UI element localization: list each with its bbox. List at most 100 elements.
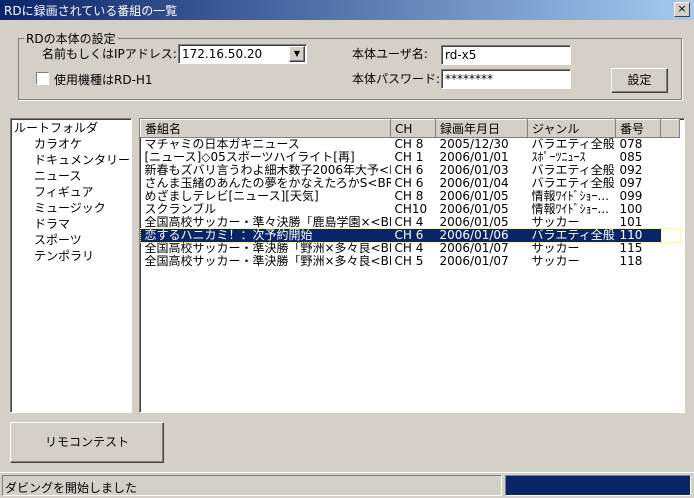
table-cell: バラエティ全般 (531, 137, 615, 151)
table-cell: 2006/01/03 (439, 164, 509, 177)
table-cell: 新春もズバリ言うわよ細木数子2006年大予<B... (144, 164, 391, 177)
password-input[interactable]: ******** (441, 69, 571, 89)
table-cell: バラエティ全般 (531, 177, 615, 190)
table-cell: CH 4 (394, 242, 424, 255)
table-cell: 118 (619, 255, 643, 268)
table-row[interactable]: 恋するハニカミ！：次予約開始 CH 6 2006/01/06 バラエティ全般 110 (140, 228, 681, 243)
tree-item[interactable]: スポーツ (14, 232, 128, 248)
program-list[interactable]: 番組名 CH 録画年月日 ジャンル 番号 マチャミの日本ガキニュース CH 8 20… (139, 118, 685, 413)
table-row[interactable]: マチャミの日本ガキニュース CH 8 2005/12/30 バラエティ全般 078 (141, 138, 680, 152)
table-cell-empty (661, 151, 680, 164)
table-cell: 2006/01/05 (439, 190, 509, 203)
folder-tree[interactable]: ルートフォルダ カラオケ ドキュメンタリー ニュース フィギュア ミュージック … (10, 118, 132, 413)
table-cell: 097 (619, 177, 643, 190)
table-cell: CH 1 (394, 151, 424, 164)
table-row[interactable]: 全国高校サッカー・準決勝「野洲×多々良<BR... CH 5 2006/01/07 サ… (141, 255, 680, 268)
table-cell-empty (661, 138, 680, 152)
user-input[interactable]: rd-x5 (441, 45, 571, 65)
remote-test-button[interactable]: リモコンテスト (10, 422, 164, 463)
table-row[interactable]: めざましテレビ[ニュース][天気] CH 8 2006/01/05 情報ﾜｲﾄﾞｼｮｰ… (141, 190, 680, 203)
table-cell: 092 (619, 164, 643, 177)
column-header-title[interactable]: 番組名 (140, 119, 391, 138)
table-cell: 恋するハニカミ！：次予約開始 (140, 229, 391, 242)
table-cell: 078 (619, 137, 643, 151)
table-cell: CH 6 (390, 229, 436, 242)
password-label: 本体パスワード: (352, 72, 441, 86)
table-cell: 全国高校サッカー・準決勝「野洲×多々良<BR... (144, 255, 391, 268)
column-header-date[interactable]: 録画年月日 (435, 119, 528, 138)
table-cell-empty (661, 216, 680, 229)
table-row[interactable]: 全国高校サッカー・準決勝「野洲×多々良<BR... CH 4 2006/01/07 サ… (141, 242, 680, 255)
table-cell-empty (661, 229, 680, 242)
tree-item[interactable]: ドキュメンタリー (14, 152, 130, 168)
table-cell: めざましテレビ[ニュース][天気] (144, 190, 319, 203)
table-cell: CH 8 (394, 137, 424, 151)
address-combobox[interactable]: 172.16.50.20 ▼ (178, 44, 307, 64)
table-cell: 085 (619, 151, 643, 164)
tree-item[interactable]: カラオケ (14, 136, 128, 152)
chevron-down-icon[interactable]: ▼ (289, 46, 305, 62)
model-checkbox-label: 使用機種はRD-H1 (54, 73, 153, 87)
column-header-number[interactable]: 番号 (615, 119, 661, 138)
table-cell-empty (661, 190, 680, 203)
column-header-ch[interactable]: CH (390, 119, 436, 138)
table-cell-empty (661, 242, 680, 255)
table-cell: CH 6 (394, 164, 424, 177)
table-row[interactable]: 新春もズバリ言うわよ細木数子2006年大予<B... CH 6 2006/01/03… (141, 164, 680, 177)
table-cell: 2005/12/30 (439, 137, 509, 151)
tree-item[interactable]: ニュース (14, 168, 128, 184)
table-cell: スクランブル (144, 203, 217, 216)
table-cell: [ニュース]◇05スポーツハイライト[再] (144, 151, 355, 164)
table-cell: 情報ﾜｲﾄﾞｼｮｰ... (531, 203, 609, 216)
table-cell: 2006/01/04 (439, 177, 509, 190)
table-cell: バラエティ全般 (531, 164, 615, 177)
window-title: RDに録画されている番組の一覧 (4, 4, 178, 18)
table-cell: 2006/01/05 (439, 203, 509, 216)
table-cell-empty (661, 255, 680, 268)
table-cell: CH 8 (394, 190, 424, 203)
table-cell: 2006/01/07 (439, 255, 509, 268)
table-row[interactable]: 全国高校サッカー・準々決勝「鹿島学園×<BR... CH 4 2006/01/05 サ… (141, 216, 680, 229)
table-cell: CH 6 (394, 177, 424, 190)
status-progress-panel (505, 475, 691, 496)
table-cell-empty (661, 177, 680, 190)
table-cell: CH 5 (394, 255, 424, 268)
settings-button[interactable]: 設定 (611, 68, 668, 93)
table-cell: 100 (619, 203, 643, 216)
table-cell: サッカー (531, 255, 580, 268)
close-button[interactable]: × (674, 2, 690, 17)
tree-item[interactable]: テンポラリ (14, 248, 128, 264)
table-cell-empty (661, 164, 680, 177)
model-checkbox[interactable] (36, 72, 49, 85)
table-cell: 2006/01/05 (439, 216, 509, 229)
column-header-empty (660, 119, 680, 138)
table-cell: マチャミの日本ガキニュース (144, 137, 300, 151)
table-cell-empty (661, 203, 680, 216)
table-cell: サッカー (531, 216, 580, 229)
address-label: 名前もしくはIPアドレス: (42, 47, 177, 61)
table-cell: 099 (619, 190, 643, 203)
tree-item[interactable]: ドラマ (14, 216, 128, 232)
table-cell: サッカー (531, 242, 580, 255)
table-row[interactable]: スクランブル CH10 2006/01/05 情報ﾜｲﾄﾞｼｮｰ... 100 (141, 203, 680, 216)
table-cell: ｽﾎﾟｰﾂﾆｭｰｽ (531, 151, 586, 164)
status-bar: ダビングを開始しました (0, 472, 694, 498)
table-row[interactable]: さんま玉緒のあんたの夢をかなえたろかS<BR... CH 6 2006/01/04 バ… (141, 177, 680, 190)
status-text: ダビングを開始しました (2, 475, 502, 496)
tree-item[interactable]: ミュージック (14, 200, 128, 216)
tree-item[interactable]: フィギュア (14, 184, 128, 200)
table-cell: 全国高校サッカー・準々決勝「鹿島学園×<BR... (144, 216, 391, 229)
table-cell: 101 (619, 216, 643, 229)
table-cell: バラエティ全般 (527, 229, 616, 242)
title-bar: RDに録画されている番組の一覧 (0, 0, 694, 20)
table-cell: 2006/01/06 (435, 229, 528, 242)
table-cell: 115 (619, 242, 643, 255)
table-row[interactable]: [ニュース]◇05スポーツハイライト[再] CH 1 2006/01/01 ｽﾎﾟｰﾂ… (141, 151, 680, 164)
address-value: 172.16.50.20 (182, 47, 263, 61)
table-cell: 110 (615, 229, 661, 242)
table-cell: 2006/01/01 (439, 151, 509, 164)
column-header-genre[interactable]: ジャンル (527, 119, 616, 138)
table-cell: さんま玉緒のあんたの夢をかなえたろかS<BR... (144, 177, 391, 190)
table-cell: 情報ﾜｲﾄﾞｼｮｰ... (531, 190, 609, 203)
tree-root[interactable]: ルートフォルダ (14, 120, 128, 136)
